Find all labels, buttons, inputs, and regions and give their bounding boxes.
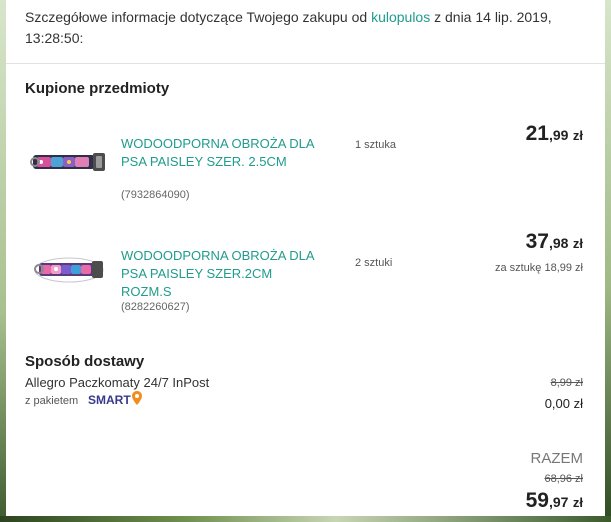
background-bottom-strip: [0, 516, 611, 522]
background-right-strip: [605, 0, 611, 522]
total-old-price: 68,96 zł: [544, 473, 583, 485]
item-price-int-2: 37: [525, 230, 549, 253]
delivery-title: Sposób dostawy: [25, 353, 145, 370]
delivery-price: 0,00 zł: [544, 396, 583, 411]
item-quantity-2: 2 sztuki: [355, 257, 393, 269]
intro-text-before: Szczegółowe informacje dotyczące Twojego…: [25, 9, 372, 25]
total-label: RAZEM: [530, 450, 584, 467]
total-price-currency: zł: [572, 495, 583, 510]
item-quantity-1: 1 sztuka: [355, 139, 396, 151]
item-id-2: (8282260627): [121, 301, 190, 313]
purchased-items-title: Kupione przedmioty: [25, 80, 170, 97]
item-price-int-1: 21: [525, 122, 549, 145]
map-pin-icon: [131, 391, 142, 408]
item-thumbnail-collar-2[interactable]: [29, 250, 109, 290]
smart-logo-text: SMART: [88, 392, 131, 407]
item-price-dec-2: ,98: [548, 235, 569, 251]
delivery-method: Allegro Paczkomaty 24/7 InPost: [25, 375, 210, 390]
smart-logo: SMART: [88, 391, 142, 408]
item-price-2: 37,98 zł: [526, 230, 583, 254]
total-price: 59,97 zł: [526, 489, 583, 513]
item-name-link-2[interactable]: WODOODPORNA OBROŻA DLA PSA PAISLEY SZER.…: [121, 247, 321, 301]
item-price-currency-2: zł: [572, 236, 583, 251]
delivery-package-label: z pakietem: [25, 395, 79, 407]
order-intro-text: Szczegółowe informacje dotyczące Twojego…: [25, 7, 585, 49]
total-price-int: 59: [525, 489, 549, 512]
delivery-old-price: 8,99 zł: [550, 377, 583, 389]
section-divider: [6, 63, 605, 64]
order-details-card: Szczegółowe informacje dotyczące Twojego…: [6, 0, 605, 516]
item-thumbnail-collar-1[interactable]: [29, 143, 109, 183]
item-price-currency-1: zł: [572, 128, 583, 143]
item-price-1: 21,99 zł: [526, 122, 583, 146]
total-price-dec: ,97: [548, 494, 569, 510]
item-price-dec-1: ,99: [548, 127, 569, 143]
item-name-link-1[interactable]: WODOODPORNA OBROŻA DLA PSA PAISLEY SZER.…: [121, 135, 321, 171]
seller-link[interactable]: kulopulos: [371, 9, 430, 25]
item-id-1: (7932864090): [121, 189, 190, 201]
item-unit-price-2: za sztukę 18,99 zł: [494, 262, 583, 274]
